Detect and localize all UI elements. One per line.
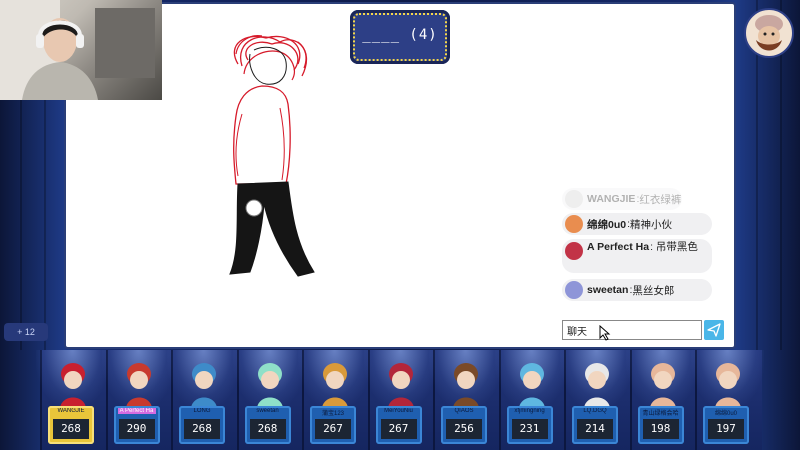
chat-message-text: 红衣绿裤 [639,193,682,206]
player-name: 青山绿格会哈 [642,411,679,417]
player-plate: xfjmingning 231 [506,406,553,444]
player-plate: MeiYouNiu 267 [375,406,422,444]
drawer-avatar [744,8,794,58]
player-avatar-icon [322,363,348,408]
avatar-icon [565,281,583,299]
player-stand: MeiYouNiu 267 [363,350,437,450]
chat-message-text: 精神小伙 [630,218,673,231]
player-score: 198 [642,419,679,439]
player-name: A Perfect Ha [117,408,156,414]
player-score: 267 [380,419,417,439]
avatar-icon [755,15,783,51]
player-stand: 绵绵0u0 197 [691,350,764,450]
player-plate: QIAOS 256 [441,406,487,444]
player-stand: xfjmingning 231 [494,350,568,450]
player-stand: LQ.DGQ 214 [560,350,633,450]
score-delta-badge: + 12 [4,323,48,341]
chat-message: sweetan: 黑丝女郎 [562,279,712,301]
player-name: sweetan [256,408,279,414]
cursor-icon [599,325,611,341]
player-avatar-icon [715,363,741,408]
player-plate: sweetan 268 [244,406,291,444]
chat-message-name: A Perfect Ha [587,241,650,253]
player-stand: LONG 268 [167,350,240,450]
player-name: QIAOS [454,408,474,414]
player-stand: 蒲宝123 267 [298,350,371,450]
player-plate: LONG 268 [179,406,225,444]
chat-message-body: A Perfect Ha: 吊带黑色 [587,241,709,254]
player-name: LQ.DGQ [583,408,607,414]
player-score: 231 [511,419,548,439]
player-avatar-icon [453,363,479,408]
player-score: 268 [184,419,220,439]
send-button[interactable] [704,320,724,340]
player-avatar-icon [649,363,676,408]
send-icon [707,323,721,337]
word-hint: ____ (4) [362,27,438,43]
player-stand: 青山绿格会哈 198 [625,350,699,450]
player-score: 214 [577,419,613,439]
avatar-icon [565,242,583,260]
player-score: 267 [315,419,351,439]
player-name: 蒲宝123 [321,411,344,417]
chat-message-text: 黑丝女郎 [632,284,675,297]
player-plate: 绵绵0u0 197 [703,406,749,444]
player-avatar-icon [125,363,152,408]
player-avatar-icon [518,363,545,408]
player-avatar-icon [191,363,217,408]
avatar-icon [565,215,583,233]
player-score: 268 [249,419,286,439]
chat-message: A Perfect Ha: 吊带黑色 [562,239,712,273]
player-avatar-icon [387,363,414,408]
game-stage: ____ (4) + 12 WANGJIE: 红衣绿裤 绵绵0u0: 精神小伙 … [0,0,800,450]
player-plate: 蒲宝123 267 [310,406,356,444]
player-avatar-icon [584,363,610,408]
player-name: xfjmingning [514,408,545,414]
player-plate: 青山绿格会哈 198 [637,406,684,444]
avatar-icon [565,190,583,208]
chat-message-name: 绵绵0u0 [587,218,627,231]
chat-input[interactable] [562,320,702,340]
chat-message-name: sweetan [587,284,629,296]
player-plate: WANGJIE 268 [48,406,94,444]
player-name: WANGJIE [57,408,85,414]
player-avatar-icon [256,363,283,408]
player-score: 197 [708,419,744,439]
webcam-feed [0,0,155,100]
player-avatar-icon [60,363,86,408]
chat-message-name: WANGJIE [587,193,636,205]
chat-message: 绵绵0u0: 精神小伙 [562,213,712,235]
player-score: 290 [118,419,155,439]
player-stand: WANGJIE 268 [36,350,109,450]
player-stand: A Perfect Ha 290 [101,350,175,450]
player-plate: LQ.DGQ 214 [572,406,618,444]
player-stand: sweetan 268 [232,350,306,450]
player-name: 绵绵0u0 [714,411,737,417]
player-name: MeiYouNiu [384,408,413,414]
player-score: 268 [53,419,89,439]
streamer-webcam [0,0,162,100]
player-name: LONG [193,408,211,414]
chat-message-text: 吊带黑色 [655,241,698,253]
player-score: 256 [446,419,482,439]
word-hint-box: ____ (4) [350,10,450,64]
player-stand: QIAOS 256 [429,350,502,450]
chat-message: WANGJIE: 红衣绿裤 [562,188,682,210]
player-plate: A Perfect Ha 290 [113,406,160,444]
